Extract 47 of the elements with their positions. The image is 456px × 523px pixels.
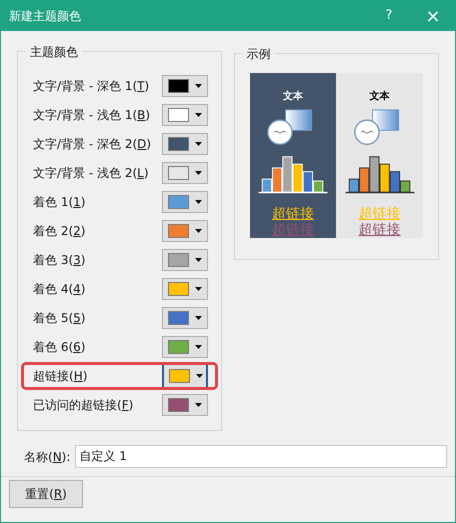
color-picker-button[interactable] bbox=[162, 278, 208, 300]
color-picker-button[interactable] bbox=[162, 220, 208, 242]
color-label: 文字/背景 - 浅色 2(L) bbox=[33, 165, 150, 182]
color-picker-button[interactable] bbox=[162, 394, 208, 416]
color-label: 着色 5(5) bbox=[33, 310, 86, 327]
color-picker-button[interactable] bbox=[162, 75, 208, 97]
color-label: 超链接(H) bbox=[33, 368, 88, 385]
sample-heading: 文本 bbox=[282, 90, 303, 104]
color-label: 着色 6(6) bbox=[33, 339, 86, 356]
name-field[interactable]: 自定义 1 bbox=[75, 445, 448, 468]
color-label: 文字/背景 - 深色 2(D) bbox=[33, 136, 152, 153]
color-label: 着色 2(2) bbox=[33, 223, 86, 240]
color-label: 文字/背景 - 浅色 1(B) bbox=[33, 107, 152, 124]
color-label: 着色 3(3) bbox=[33, 252, 86, 269]
color-picker-button[interactable] bbox=[162, 191, 208, 213]
caret-icon bbox=[194, 229, 202, 233]
color-picker-button[interactable] bbox=[162, 104, 208, 126]
caret-icon bbox=[194, 316, 202, 320]
caret-icon bbox=[194, 113, 202, 117]
color-picker-button[interactable] bbox=[162, 133, 208, 155]
caret-icon bbox=[194, 345, 202, 349]
color-label: 已访问的超链接(F) bbox=[33, 397, 134, 414]
name-label: 名称(N): bbox=[24, 448, 70, 466]
group-title: 主题颜色 bbox=[26, 43, 82, 61]
color-picker-button[interactable] bbox=[162, 365, 208, 387]
color-picker-button[interactable] bbox=[162, 249, 208, 271]
caret-icon bbox=[194, 403, 202, 407]
caret-icon bbox=[194, 142, 202, 146]
sample-heading: 文本 bbox=[370, 90, 390, 104]
caret-icon bbox=[194, 171, 202, 175]
color-label: 着色 1(1) bbox=[33, 194, 86, 211]
color-label: 着色 4(4) bbox=[33, 281, 86, 298]
color-picker-button[interactable] bbox=[162, 336, 208, 358]
caret-icon bbox=[194, 200, 202, 204]
caret-icon bbox=[194, 84, 202, 88]
caret-icon bbox=[194, 258, 202, 262]
reset-button[interactable]: 重置(R) bbox=[9, 480, 83, 508]
window-title: 新建主题颜色 bbox=[9, 8, 82, 25]
hyperlink-sample: 超链接 bbox=[358, 206, 401, 222]
color-picker-button[interactable] bbox=[162, 307, 208, 329]
color-picker-button[interactable] bbox=[162, 162, 208, 184]
visited-link-sample: 超链接 bbox=[272, 222, 314, 238]
visited-link-sample: 超链接 bbox=[358, 222, 401, 238]
caret-icon bbox=[194, 287, 202, 291]
caret-icon bbox=[196, 374, 202, 378]
color-label: 文字/背景 - 深色 1(T) bbox=[33, 78, 150, 95]
hyperlink-sample: 超链接 bbox=[272, 206, 314, 222]
